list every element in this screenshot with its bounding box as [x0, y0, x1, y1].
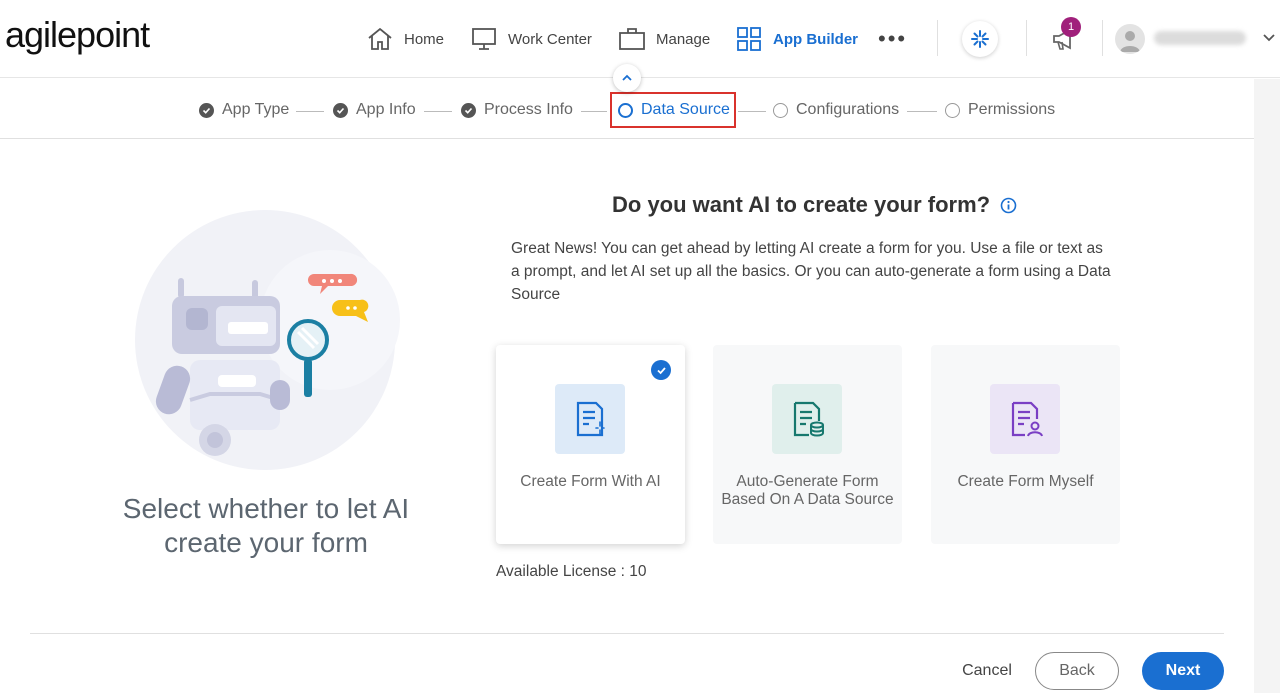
data-source-form-icon	[772, 384, 842, 454]
empty-circle-icon	[945, 102, 960, 118]
nav-item-work-center[interactable]: Work Center	[470, 0, 592, 78]
question-description: Great News! You can get ahead by letting…	[511, 240, 1111, 303]
step-permissions[interactable]: Permissions	[945, 101, 1055, 119]
agilepoint-logo[interactable]: agilepoint	[5, 14, 150, 56]
nav-label-home: Home	[404, 30, 445, 48]
check-circle-icon	[461, 102, 476, 118]
ai-form-icon	[555, 384, 625, 454]
empty-circle-icon	[773, 102, 788, 118]
step-connector	[296, 111, 324, 112]
footer-divider	[30, 633, 1224, 634]
step-label: Permissions	[968, 101, 1056, 118]
question-heading: Do you want AI to create your form?	[612, 192, 1017, 218]
user-icon	[1120, 31, 1140, 52]
step-label: Configurations	[796, 101, 900, 118]
chevron-up-icon	[622, 74, 632, 81]
collapse-header-button[interactable]	[613, 64, 641, 92]
info-icon[interactable]	[1000, 197, 1017, 214]
header-divider	[1102, 20, 1103, 56]
more-icon: •••	[878, 26, 908, 51]
ai-assistant-button[interactable]	[962, 21, 998, 57]
user-name-blurred[interactable]	[1154, 31, 1246, 45]
step-app-info[interactable]: App Info	[333, 101, 416, 119]
available-license: Available License : 10	[496, 563, 647, 580]
next-button[interactable]: Next	[1142, 652, 1224, 690]
top-navigation-bar: agilepoint Home Work Center Manage App B…	[0, 0, 1280, 78]
home-icon	[368, 27, 392, 50]
option-card-auto-generate-form[interactable]: Auto-Generate Form Based On A Data Sourc…	[713, 345, 902, 544]
cancel-button[interactable]: Cancel	[952, 652, 1022, 690]
option-label: Auto-Generate Form Based On A Data Sourc…	[721, 473, 894, 508]
nav-item-home[interactable]: Home	[366, 0, 444, 78]
check-circle-icon	[333, 102, 348, 118]
briefcase-icon	[619, 28, 645, 50]
nav-label-manage: Manage	[656, 30, 711, 48]
current-step-circle-icon	[618, 102, 633, 118]
step-connector	[581, 111, 607, 112]
step-connector	[424, 111, 452, 112]
step-label: Data Source	[641, 101, 730, 118]
step-label: Process Info	[484, 101, 573, 118]
back-button[interactable]: Back	[1035, 652, 1119, 690]
step-connector	[738, 111, 766, 112]
step-process-info[interactable]: Process Info	[461, 101, 573, 119]
option-label: Create Form With AI	[520, 473, 661, 490]
step-configurations[interactable]: Configurations	[773, 101, 899, 119]
check-circle-icon	[199, 102, 214, 118]
option-card-create-form-myself[interactable]: Create Form Myself	[931, 345, 1120, 544]
chevron-down-icon[interactable]	[1262, 30, 1276, 44]
nav-label-work-center: Work Center	[508, 30, 592, 48]
header-divider	[1026, 20, 1027, 56]
header-divider	[937, 20, 938, 56]
step-app-type[interactable]: App Type	[199, 101, 289, 119]
grid-icon	[737, 27, 761, 51]
question-title: Do you want AI to create your form?	[612, 192, 991, 217]
nav-label-app-builder: App Builder	[773, 30, 858, 48]
more-menu-button[interactable]: •••	[878, 0, 907, 78]
notification-badge: 1	[1061, 17, 1081, 37]
selected-check-icon	[651, 360, 671, 380]
monitor-icon	[472, 28, 496, 50]
option-label: Create Form Myself	[957, 473, 1094, 490]
step-label: App Info	[356, 101, 416, 118]
option-card-create-form-with-ai[interactable]: Create Form With AI	[496, 345, 685, 544]
step-label: App Type	[222, 101, 290, 118]
nav-item-app-builder[interactable]: App Builder	[735, 0, 858, 78]
vertical-scrollbar[interactable]	[1254, 79, 1280, 693]
ai-robot-illustration	[135, 210, 400, 470]
user-avatar[interactable]	[1115, 24, 1145, 54]
step-data-source[interactable]: Data Source	[618, 101, 730, 119]
hero-caption: Select whether to let AI create your for…	[122, 493, 410, 558]
user-form-icon	[990, 384, 1060, 454]
step-connector	[907, 111, 937, 112]
ai-sparkle-icon	[971, 30, 989, 48]
